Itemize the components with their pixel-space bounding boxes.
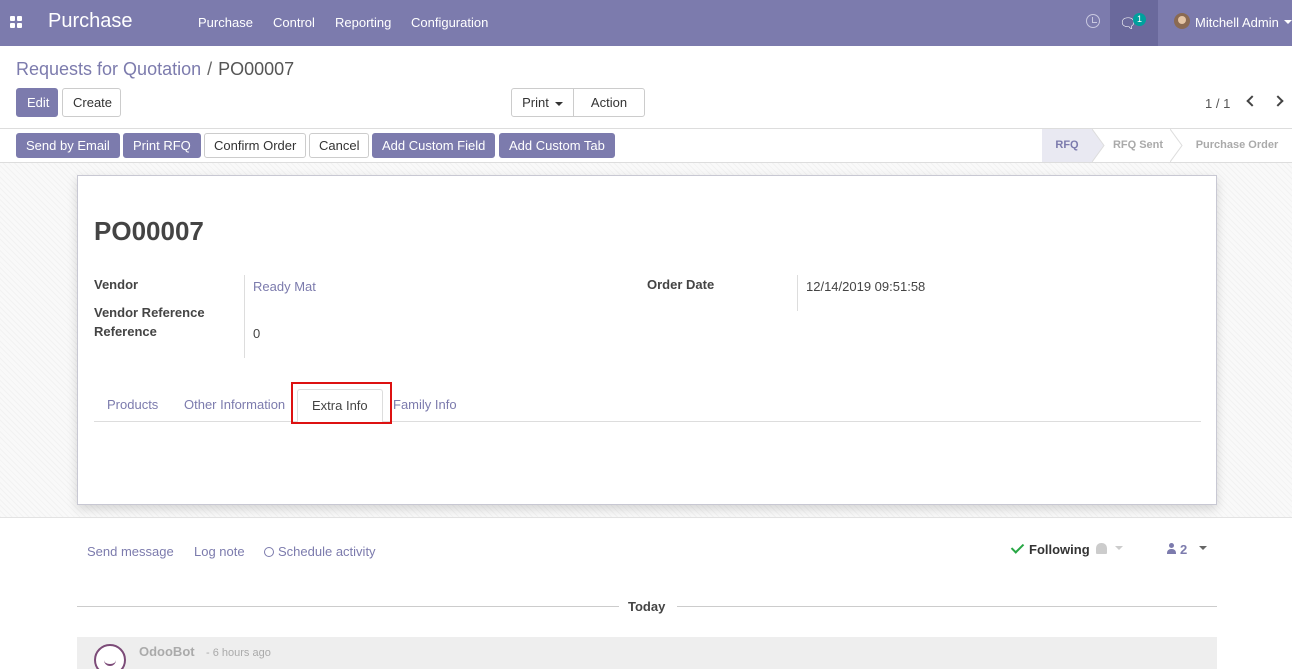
breadcrumb-separator: / [207,59,213,79]
vendor-label: Vendor [94,277,139,292]
reference-value: 0 [253,326,261,341]
odoobot-avatar [94,644,126,669]
user-avatar[interactable] [1174,13,1190,29]
print-dropdown[interactable]: Print [511,88,574,117]
bell-icon[interactable] [1096,543,1107,554]
create-button[interactable]: Create [62,88,121,117]
menu-purchase[interactable]: Purchase [198,15,253,30]
tab-family-info[interactable]: Family Info [393,397,457,412]
menu-control[interactable]: Control [273,15,315,30]
add-custom-tab-button[interactable]: Add Custom Tab [499,133,615,158]
print-label: Print [522,95,549,110]
tab-products[interactable]: Products [107,397,158,412]
pager-next-icon[interactable] [1272,95,1284,107]
vendor-reference-label: Vendor Reference [94,305,205,320]
send-message-link[interactable]: Send message [87,544,174,559]
reference-label: Reference [94,324,157,339]
pager-previous-icon[interactable] [1246,95,1258,107]
order-date-value: 12/14/2019 09:51:58 [806,279,926,294]
top-navbar: Purchase Purchase Control Reporting Conf… [0,0,1292,46]
apps-menu-icon[interactable] [10,16,23,29]
add-custom-field-button[interactable]: Add Custom Field [372,133,496,158]
breadcrumb: Requests for Quotation / PO00007 [16,59,294,80]
user-menu-caret-icon[interactable] [1284,20,1292,24]
send-by-email-button[interactable]: Send by Email [16,133,120,158]
schedule-activity-link[interactable]: Schedule activity [264,544,376,559]
message-count-badge: 1 [1133,13,1147,26]
vendor-value[interactable]: Ready Mat [253,279,316,294]
chatter-message: OdooBot - 6 hours ago [77,637,1217,669]
app-title: Purchase [48,10,133,32]
menu-reporting[interactable]: Reporting [335,15,391,30]
order-date-label: Order Date [647,277,715,292]
stage-divider [1092,129,1105,162]
edit-button[interactable]: Edit [16,88,58,117]
schedule-activity-label: Schedule activity [278,544,376,559]
caret-down-icon [554,101,563,106]
divider-line [77,606,619,607]
user-menu[interactable]: Mitchell Admin [1195,15,1279,30]
form-statusbar: Send by Email Print RFQ Confirm Order Ca… [0,129,1292,163]
breadcrumb-parent[interactable]: Requests for Quotation [16,59,201,79]
action-label: Action [590,95,628,110]
clock-icon [264,547,274,557]
log-note-link[interactable]: Log note [194,544,245,559]
field-separator [244,275,245,358]
subscription-caret-icon[interactable] [1115,546,1123,550]
confirm-order-button[interactable]: Confirm Order [204,133,307,158]
stage-rfq[interactable]: RFQ [1042,129,1092,162]
stage-rfq-sent[interactable]: RFQ Sent [1106,129,1170,162]
pager-value[interactable]: 1 / 1 [1205,96,1230,111]
following-button[interactable]: Following [1029,542,1090,557]
message-author[interactable]: OdooBot [139,644,195,659]
cancel-button[interactable]: Cancel [309,133,370,158]
followers-caret-icon[interactable] [1199,546,1207,550]
tab-other-information[interactable]: Other Information [184,397,285,412]
message-time: - 6 hours ago [206,647,271,659]
date-separator: Today [628,599,666,614]
field-separator [797,275,798,311]
record-title: PO00007 [94,216,204,246]
stage-divider [1170,129,1183,162]
divider-line [677,606,1217,607]
stage-purchase-order[interactable]: Purchase Order [1186,129,1288,162]
menu-configuration[interactable]: Configuration [411,15,488,30]
activity-clock-icon[interactable] [1086,14,1100,28]
highlight-box [291,382,392,424]
notebook-tabs: Products Other Information Extra Info Fa… [94,386,1201,423]
followers-count[interactable]: 2 [1180,542,1187,557]
check-icon [1010,540,1025,554]
control-panel: Requests for Quotation / PO00007 Edit Crea… [0,46,1292,133]
action-dropdown[interactable]: Action [573,88,645,133]
followers-user-icon[interactable] [1167,543,1176,554]
print-rfq-button[interactable]: Print RFQ [123,133,201,158]
form-sheet: PO00007 Vendor Vendor Reference Referenc… [77,175,1217,505]
breadcrumb-current: PO00007 [218,59,295,79]
